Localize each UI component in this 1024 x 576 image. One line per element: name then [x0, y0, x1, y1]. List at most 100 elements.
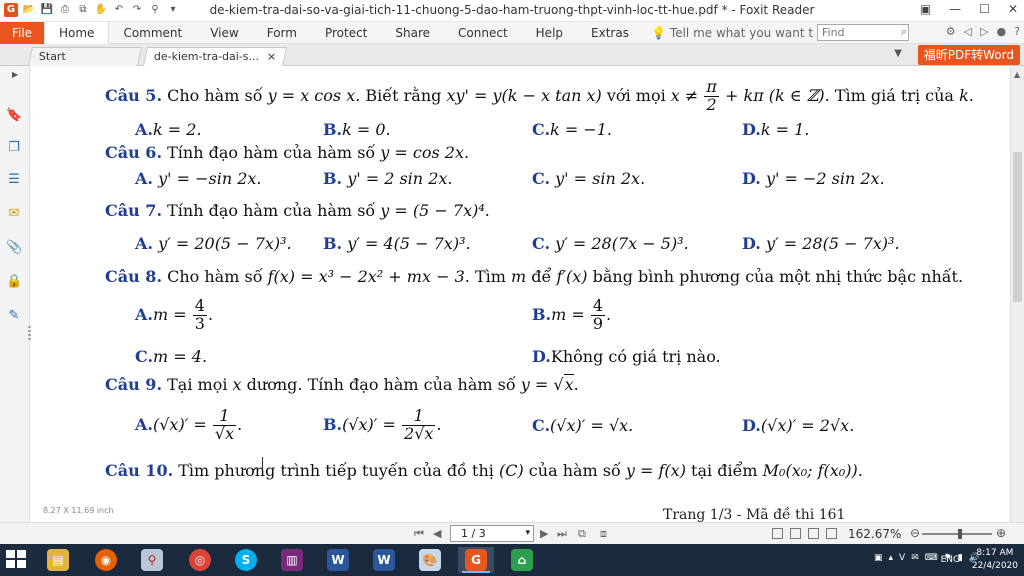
ribbon-menu-bar: File Home Comment View Form Protect Shar… [0, 21, 1024, 44]
expand-panel-icon[interactable]: ▶ [12, 70, 18, 79]
minimize-button[interactable]: — [949, 2, 961, 16]
question-8: Câu 8. Cho hàm số f(x) = x³ − 2x² + mx −… [105, 267, 963, 286]
question-text: của hàm số [528, 461, 621, 480]
layers-icon[interactable]: ☰ [6, 172, 22, 188]
store-app[interactable]: ⌂ [504, 547, 540, 573]
foxit-reader-app[interactable]: G [458, 547, 494, 573]
paint-app[interactable]: 🎨 [412, 547, 448, 573]
find-input[interactable] [817, 24, 909, 41]
answer-option: B.k = 0. [323, 120, 391, 139]
question-label: Câu 7. [105, 201, 163, 220]
next-page-icon[interactable]: ▶ [540, 527, 548, 540]
answer-letter: B. [323, 414, 343, 434]
prev-page-icon[interactable]: ◀ [433, 527, 441, 540]
zoom-slider-handle[interactable] [958, 529, 962, 539]
lock-icon[interactable]: 🔒 [6, 274, 22, 290]
tab-extras[interactable]: Extras [577, 22, 643, 44]
copy-page-icon[interactable]: ⧉ [578, 527, 586, 541]
document-view[interactable]: Câu 5. Cho hàm số y = x cos x. Biết rằng… [31, 66, 1010, 522]
file-menu-button[interactable]: File [0, 21, 44, 44]
first-page-icon[interactable]: ⏮ [414, 527, 424, 541]
word-app[interactable]: W [320, 547, 356, 573]
tab-home[interactable]: Home [44, 21, 110, 44]
tab-help[interactable]: Help [522, 22, 577, 44]
question-7: Câu 7. Tính đạo hàm của hàm số y = (5 − … [105, 201, 490, 220]
math-expr: f(x) = x³ − 2x² + mx − 3. [267, 267, 470, 286]
page-number-input[interactable]: 1 / 3 ▾ [450, 525, 534, 542]
last-page-icon[interactable]: ⏭ [557, 527, 567, 541]
search-app[interactable]: ⚲ [134, 547, 170, 573]
word-app-2[interactable]: W [366, 547, 402, 573]
single-page-view-icon[interactable] [772, 528, 783, 539]
zoom-slider[interactable] [922, 533, 992, 535]
maximize-button[interactable]: ☐ [979, 2, 990, 16]
tab-share[interactable]: Share [381, 22, 444, 44]
answer-letter: A. [135, 304, 153, 324]
comments-icon[interactable]: ✉ [6, 206, 22, 222]
search-icon[interactable]: ⌕ [901, 25, 907, 39]
tab-protect[interactable]: Protect [311, 22, 381, 44]
system-tray: ▣ ▴ V ✉ ⌨ ⚑ ▮ 🔊 [874, 553, 980, 563]
attachment-icon[interactable]: 📎 [6, 240, 22, 256]
tray-app-icon[interactable]: ▣ [874, 553, 883, 563]
answer-letter: A. [135, 414, 153, 434]
tab-close-icon[interactable]: × [267, 48, 276, 66]
forward-icon[interactable]: ▷ [980, 25, 988, 38]
chevron-down-icon[interactable]: ▾ [525, 526, 530, 541]
vertical-scrollbar[interactable]: ▲ [1010, 66, 1024, 522]
firefox-app[interactable]: ◉ [88, 547, 124, 573]
antivirus-icon[interactable]: V [899, 553, 905, 563]
windows-start-button[interactable] [6, 550, 28, 570]
keyboard-icon[interactable]: ⌨ [925, 553, 938, 563]
mail-icon[interactable]: ✉ [911, 553, 919, 563]
zoom-level[interactable]: 162.67% [848, 527, 901, 541]
scroll-up-icon[interactable]: ▲ [1014, 70, 1020, 79]
tab-start-page[interactable]: Start [27, 47, 143, 66]
winrar-app[interactable]: ▥ [274, 547, 310, 573]
question-text: Tính đạo hàm của hàm số [167, 143, 376, 162]
question-label: Câu 10. [105, 461, 174, 480]
scrollbar-thumb[interactable] [1013, 152, 1022, 302]
restore-layout-icon[interactable]: ▣ [920, 2, 931, 16]
settings-icon[interactable]: ⚙ [946, 25, 956, 38]
tab-document[interactable]: de-kiem-tra-dai-s... × [142, 47, 288, 66]
file-explorer-app[interactable]: ▤ [40, 547, 76, 573]
clock-time: 8:17 AM [976, 548, 1014, 558]
chrome-app[interactable]: ◎ [182, 547, 218, 573]
answer-suffix: . [436, 414, 442, 434]
close-button[interactable]: ✕ [1008, 2, 1018, 16]
tray-arrow-icon[interactable]: ▴ [889, 553, 894, 563]
pages-icon[interactable]: ❐ [6, 140, 22, 156]
tell-me-box[interactable]: 💡 Tell me what you want t ☺ [651, 26, 830, 40]
tab-connect[interactable]: Connect [444, 22, 522, 44]
palette-icon: 🎨 [419, 549, 441, 571]
tab-comment[interactable]: Comment [109, 22, 196, 44]
question-6: Câu 6. Tính đạo hàm của hàm số y = cos 2… [105, 143, 469, 162]
answer-option: D.k = 1. [742, 120, 809, 139]
answer-letter: C. [532, 169, 551, 188]
bookmark-icon[interactable]: 🔖 [6, 108, 22, 124]
zoom-out-icon[interactable]: ⊖ [910, 526, 920, 540]
fit-page-icon[interactable]: ⧈ [600, 527, 607, 541]
zoom-in-icon[interactable]: ⊕ [996, 526, 1006, 540]
back-icon[interactable]: ◁ [964, 25, 972, 38]
skype-app[interactable]: S [228, 547, 264, 573]
tab-view[interactable]: View [196, 22, 252, 44]
continuous-facing-view-icon[interactable] [826, 528, 837, 539]
answer-option: A.m = 43. [135, 297, 213, 333]
signature-icon[interactable]: ✎ [6, 308, 22, 324]
tabs-dropdown-icon[interactable]: ▼ [894, 48, 902, 59]
language-indicator[interactable]: ENG [941, 555, 960, 565]
continuous-view-icon[interactable] [790, 528, 801, 539]
answer-value: y′ = 20(5 − 7x)³. [158, 234, 292, 253]
account-icon[interactable]: ● [997, 25, 1007, 38]
answer-letter: D. [742, 416, 761, 435]
system-clock[interactable]: 8:17 AM 22/4/2020 [972, 547, 1018, 573]
clock-date: 22/4/2020 [971, 561, 1018, 571]
facing-view-icon[interactable] [808, 528, 819, 539]
pdf-to-word-button[interactable]: 福昕PDF转Word [917, 45, 1020, 65]
answer-value: y′ = 4(5 − 7x)³. [347, 234, 471, 253]
help-icon[interactable]: ? [1014, 25, 1020, 38]
tab-form[interactable]: Form [253, 22, 311, 44]
math-expr: M₀(x₀; f(x₀)). [762, 461, 863, 480]
